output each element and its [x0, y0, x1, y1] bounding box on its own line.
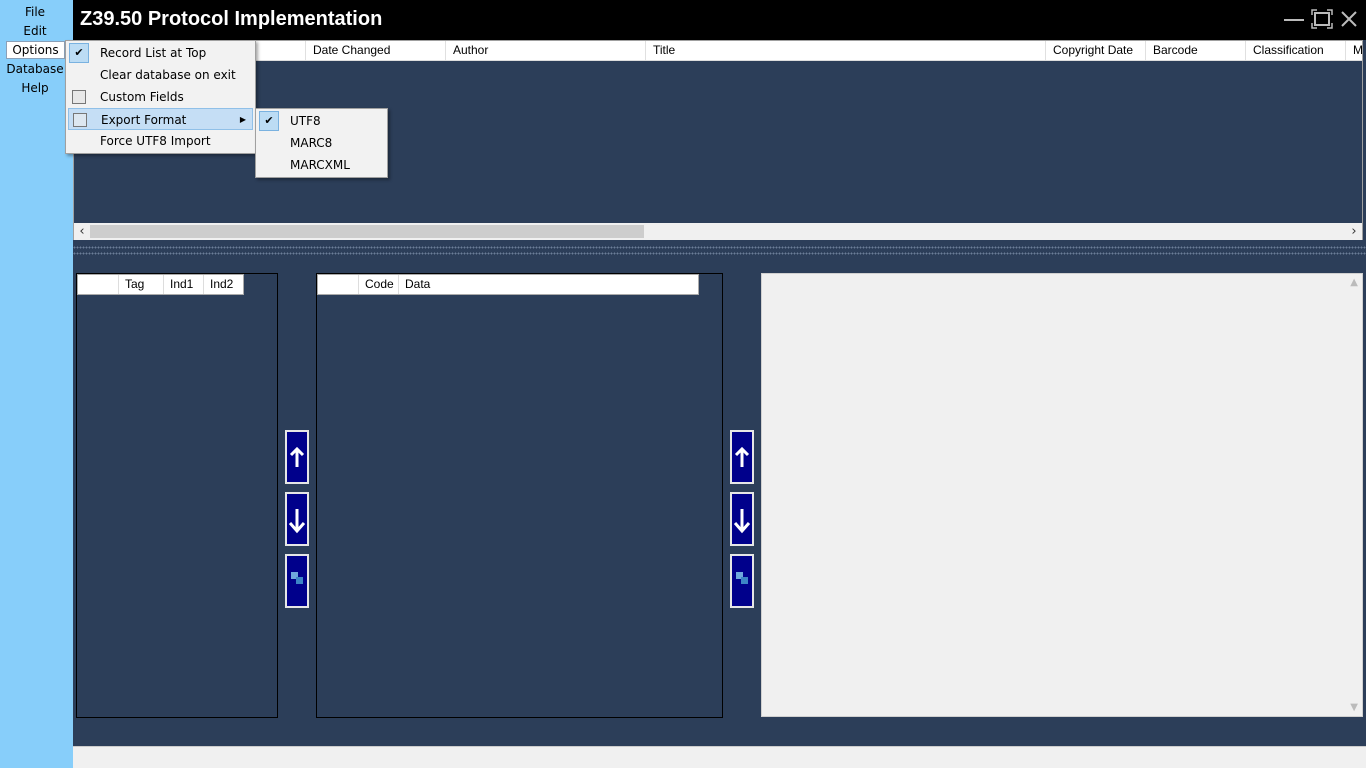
arrow-up-icon: [289, 446, 305, 467]
submenu-arrow-icon: ▶: [239, 115, 246, 124]
menu-item-clear-database-on-exit[interactable]: Clear database on exit: [68, 64, 253, 86]
menu-item-utf8[interactable]: ✔ UTF8: [258, 110, 385, 132]
column-header-ma[interactable]: Ma: [1345, 41, 1362, 60]
subfield-swap-button[interactable]: [730, 554, 754, 608]
options-menu: ✔ Record List at Top Clear database on e…: [65, 40, 256, 154]
menu-edit[interactable]: Edit: [0, 22, 70, 40]
column-header-copyright-date[interactable]: Copyright Date: [1045, 41, 1145, 60]
menu-item-marcxml[interactable]: MARCXML: [258, 154, 385, 176]
title-bar: Z39.50 Protocol Implementation: [73, 0, 1366, 40]
close-icon[interactable]: [1339, 9, 1359, 34]
menu-item-label: Record List at Top: [100, 46, 207, 60]
menu-item-label: UTF8: [290, 114, 321, 128]
menu-item-export-format[interactable]: Export Format ▶: [68, 108, 253, 130]
scroll-up-icon[interactable]: ▲: [1350, 277, 1358, 288]
status-bar: [73, 746, 1366, 768]
menu-item-force-utf8-import[interactable]: Force UTF8 Import: [68, 130, 253, 152]
field-grid[interactable]: Tag Ind1 Ind2: [76, 273, 278, 718]
column-header-ind1[interactable]: Ind1: [163, 275, 203, 294]
splitter-dots: [73, 252, 1366, 258]
column-header-blank[interactable]: [318, 275, 358, 294]
check-icon: ✔: [259, 111, 279, 131]
menu-item-label: MARC8: [290, 136, 333, 150]
window-title: Z39.50 Protocol Implementation: [80, 8, 383, 30]
record-text-area[interactable]: ▲ ▼: [761, 273, 1363, 717]
column-header-data[interactable]: Data: [398, 275, 698, 294]
column-header-classification[interactable]: Classification: [1245, 41, 1345, 60]
scroll-left-icon[interactable]: ‹: [74, 223, 90, 240]
column-header-barcode[interactable]: Barcode: [1145, 41, 1245, 60]
subfield-grid[interactable]: Code Data: [316, 273, 723, 718]
field-move-up-button[interactable]: [285, 430, 309, 484]
menu-item-label: Clear database on exit: [100, 68, 236, 82]
subfield-move-down-button[interactable]: [730, 492, 754, 546]
scroll-right-icon[interactable]: ›: [1346, 223, 1362, 240]
check-icon: ✔: [69, 43, 89, 63]
subfield-move-up-button[interactable]: [730, 430, 754, 484]
menu-item-record-list-at-top[interactable]: ✔ Record List at Top: [68, 42, 253, 64]
column-header-author[interactable]: Author: [445, 41, 645, 60]
export-format-submenu: ✔ UTF8 MARC8 MARCXML: [255, 108, 388, 178]
menu-help[interactable]: Help: [0, 79, 70, 97]
field-grid-header: Tag Ind1 Ind2: [77, 274, 244, 295]
arrow-down-icon: [288, 509, 306, 534]
column-header-blank[interactable]: [78, 275, 118, 294]
menu-item-marc8[interactable]: MARC8: [258, 132, 385, 154]
field-swap-button[interactable]: [285, 554, 309, 608]
record-grid-header: Date Changed Author Title Copyright Date…: [74, 41, 1362, 61]
maximize-icon[interactable]: [1311, 9, 1333, 34]
menu-item-label: Force UTF8 Import: [100, 134, 211, 148]
menu-file[interactable]: File: [0, 3, 70, 21]
arrow-down-icon: [733, 509, 751, 534]
menu-options[interactable]: Options: [6, 41, 65, 59]
export-icon: [73, 113, 87, 127]
menu-item-custom-fields[interactable]: Custom Fields: [68, 86, 253, 108]
column-header-date-changed[interactable]: Date Changed: [305, 41, 445, 60]
column-header-code[interactable]: Code: [358, 275, 398, 294]
column-header-title[interactable]: Title: [645, 41, 1045, 60]
horizontal-scrollbar[interactable]: ‹ ›: [74, 223, 1362, 240]
column-header-tag[interactable]: Tag: [118, 275, 163, 294]
column-header-ind2[interactable]: Ind2: [203, 275, 243, 294]
swap-icon: [291, 572, 303, 584]
wrench-icon: [72, 90, 86, 104]
menu-database[interactable]: Database: [0, 60, 70, 78]
swap-icon: [736, 572, 748, 584]
menu-item-label: Custom Fields: [100, 90, 184, 104]
left-menubar: File Edit Options Database Help: [0, 0, 73, 768]
arrow-up-icon: [734, 446, 750, 467]
scroll-down-icon[interactable]: ▼: [1350, 702, 1358, 713]
menu-item-label: MARCXML: [290, 158, 350, 172]
scroll-thumb[interactable]: [90, 225, 644, 238]
menu-item-label: Export Format: [101, 113, 187, 127]
subfield-grid-header: Code Data: [317, 274, 699, 295]
field-move-down-button[interactable]: [285, 492, 309, 546]
minimize-icon[interactable]: [1283, 9, 1305, 34]
